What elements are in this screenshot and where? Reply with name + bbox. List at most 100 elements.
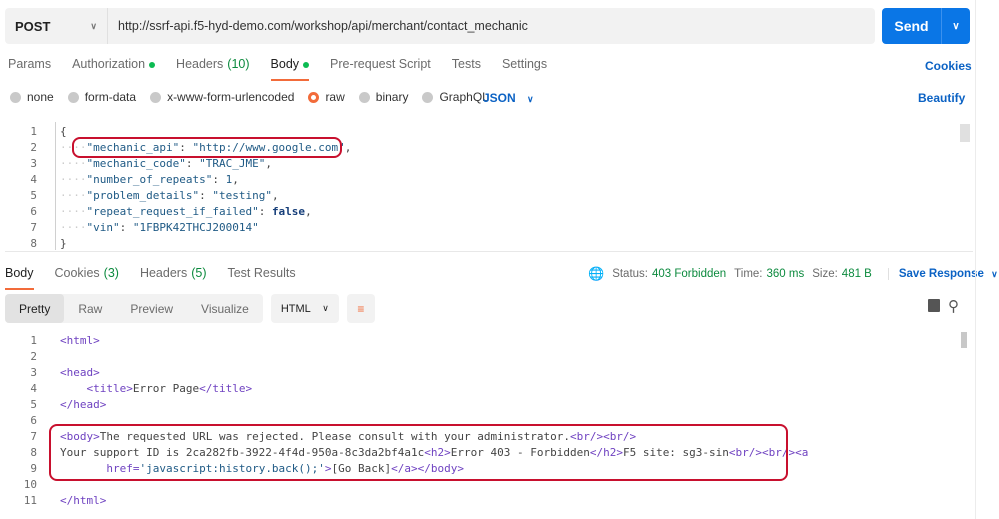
response-tab-test-results[interactable]: Test Results — [227, 266, 295, 290]
wrap-lines-icon[interactable]: ≡ — [346, 294, 375, 323]
line-number: 5 — [30, 398, 37, 411]
format-select[interactable]: JSON ∨ — [483, 91, 534, 105]
tab-label: Authorization — [72, 57, 146, 71]
view-mode-tabs: Pretty Raw Preview Visualize — [5, 294, 263, 323]
tab-settings[interactable]: Settings — [502, 57, 547, 81]
scrollbar[interactable] — [961, 332, 967, 348]
code-line: </html> — [60, 494, 106, 507]
radio-raw[interactable]: raw — [308, 90, 345, 104]
code-token: </head> — [60, 398, 107, 411]
code-token: , — [344, 141, 352, 154]
scrollbar[interactable] — [960, 124, 970, 142]
status-dot-icon — [303, 61, 310, 68]
highlight-annotation — [49, 424, 788, 481]
radio-label: x-www-form-urlencoded — [167, 90, 295, 104]
tab-headers[interactable]: Headers (10) — [176, 57, 249, 81]
indent-guide: ···· — [60, 205, 87, 218]
radio-circle-icon[interactable] — [422, 91, 434, 103]
view-mode-raw[interactable]: Raw — [64, 294, 116, 323]
view-mode-pretty[interactable]: Pretty — [5, 294, 65, 323]
search-icon[interactable]: ⚲ — [948, 297, 959, 315]
code-token: : — [212, 173, 226, 186]
indent-guide: ···· — [60, 189, 87, 202]
highlight-annotation — [72, 137, 342, 158]
panel-divider — [975, 0, 976, 519]
save-response-label: Save Response — [898, 268, 984, 280]
line-number: 8 — [30, 237, 37, 250]
response-tab-cookies[interactable]: Cookies (3) — [55, 266, 119, 290]
response-tabs: Body Cookies (3) Headers (5) Test Results — [5, 266, 317, 290]
send-button[interactable]: Send ∨ — [882, 8, 970, 44]
tab-count: (5) — [191, 266, 207, 280]
chevron-down-icon[interactable]: ∨ — [942, 8, 970, 44]
method-select[interactable]: POST ∨ — [5, 8, 108, 44]
line-number: 7 — [30, 221, 37, 234]
code-token: "number_of_repeats" — [86, 173, 213, 186]
code-token: : — [119, 221, 133, 234]
code-line: <head> — [60, 366, 100, 379]
cookies-link[interactable]: Cookies — [925, 59, 972, 73]
tab-pre-request-script[interactable]: Pre-request Script — [330, 57, 431, 81]
view-mode-preview[interactable]: Preview — [116, 294, 187, 323]
time-label: Time: — [734, 268, 763, 280]
status-label: Status: — [612, 268, 648, 280]
indent-guide: ···· — [60, 173, 87, 186]
copy-icon[interactable] — [928, 299, 940, 312]
code-token: "1FBPK42THCJ200014" — [132, 221, 259, 234]
tab-tests[interactable]: Tests — [452, 57, 481, 81]
code-token: : — [185, 157, 200, 170]
code-token: </html> — [60, 494, 107, 507]
line-number: 6 — [30, 205, 37, 218]
line-number: 1 — [30, 334, 37, 347]
code-token: , — [265, 157, 272, 170]
response-tab-headers[interactable]: Headers (5) — [140, 266, 207, 290]
radio-circle-icon[interactable] — [10, 91, 21, 103]
time-value: 360 ms — [766, 268, 805, 280]
radio-binary[interactable]: binary — [358, 90, 408, 104]
tab-params[interactable]: Params — [8, 57, 51, 81]
code-token: } — [60, 237, 67, 250]
response-tab-body[interactable]: Body — [5, 266, 34, 290]
line-number: 1 — [30, 125, 37, 138]
code-token: <title> — [86, 382, 133, 395]
response-format-select[interactable]: HTML ∨ — [270, 294, 339, 323]
send-label[interactable]: Send — [882, 8, 942, 44]
globe-icon: 🌐 — [588, 266, 605, 281]
chevron-down-icon: ∨ — [991, 269, 998, 279]
code-token: "repeat_request_if_failed" — [86, 205, 259, 218]
tab-label: Headers — [139, 266, 188, 280]
size-value: 481 B — [841, 268, 872, 280]
radio-none[interactable]: none — [10, 90, 54, 104]
radio-label: raw — [325, 90, 345, 104]
line-number: 4 — [30, 382, 37, 395]
url-input[interactable]: http://ssrf-api.f5-hyd-demo.com/workshop… — [108, 8, 528, 44]
code-token: : — [199, 189, 213, 202]
indent-guide: ···· — [60, 221, 87, 234]
save-response-button[interactable]: Save Response ∨ — [887, 268, 998, 280]
body-type-radios: none form-data x-www-form-urlencoded raw bin… — [10, 90, 503, 104]
radio-x-www-form-urlencoded[interactable]: x-www-form-urlencoded — [150, 90, 294, 104]
tab-label: Body — [270, 57, 300, 71]
view-mode-visualize[interactable]: Visualize — [187, 294, 263, 323]
radio-GraphQL[interactable]: GraphQL — [422, 90, 489, 104]
tab-label: Pre-request Script — [330, 57, 431, 71]
beautify-button[interactable]: Beautify — [918, 91, 965, 105]
radio-circle-icon[interactable] — [358, 91, 370, 103]
code-token: "TRAC_JME" — [199, 157, 266, 170]
tab-body[interactable]: Body — [270, 57, 310, 81]
code-line: } — [60, 237, 67, 250]
radio-label: GraphQL — [439, 90, 489, 104]
tab-authorization[interactable]: Authorization — [72, 57, 156, 81]
radio-circle-icon[interactable] — [308, 91, 320, 103]
chevron-down-icon: ∨ — [322, 303, 329, 313]
format-value: JSON — [483, 91, 516, 105]
radio-circle-icon[interactable] — [150, 91, 162, 103]
chevron-down-icon: ∨ — [527, 94, 534, 104]
line-number: 3 — [30, 366, 37, 379]
radio-form-data[interactable]: form-data — [67, 90, 136, 104]
line-number: 3 — [30, 157, 37, 170]
radio-circle-icon[interactable] — [67, 91, 79, 103]
code-token: <html> — [60, 334, 100, 347]
tab-label: Params — [8, 57, 52, 71]
